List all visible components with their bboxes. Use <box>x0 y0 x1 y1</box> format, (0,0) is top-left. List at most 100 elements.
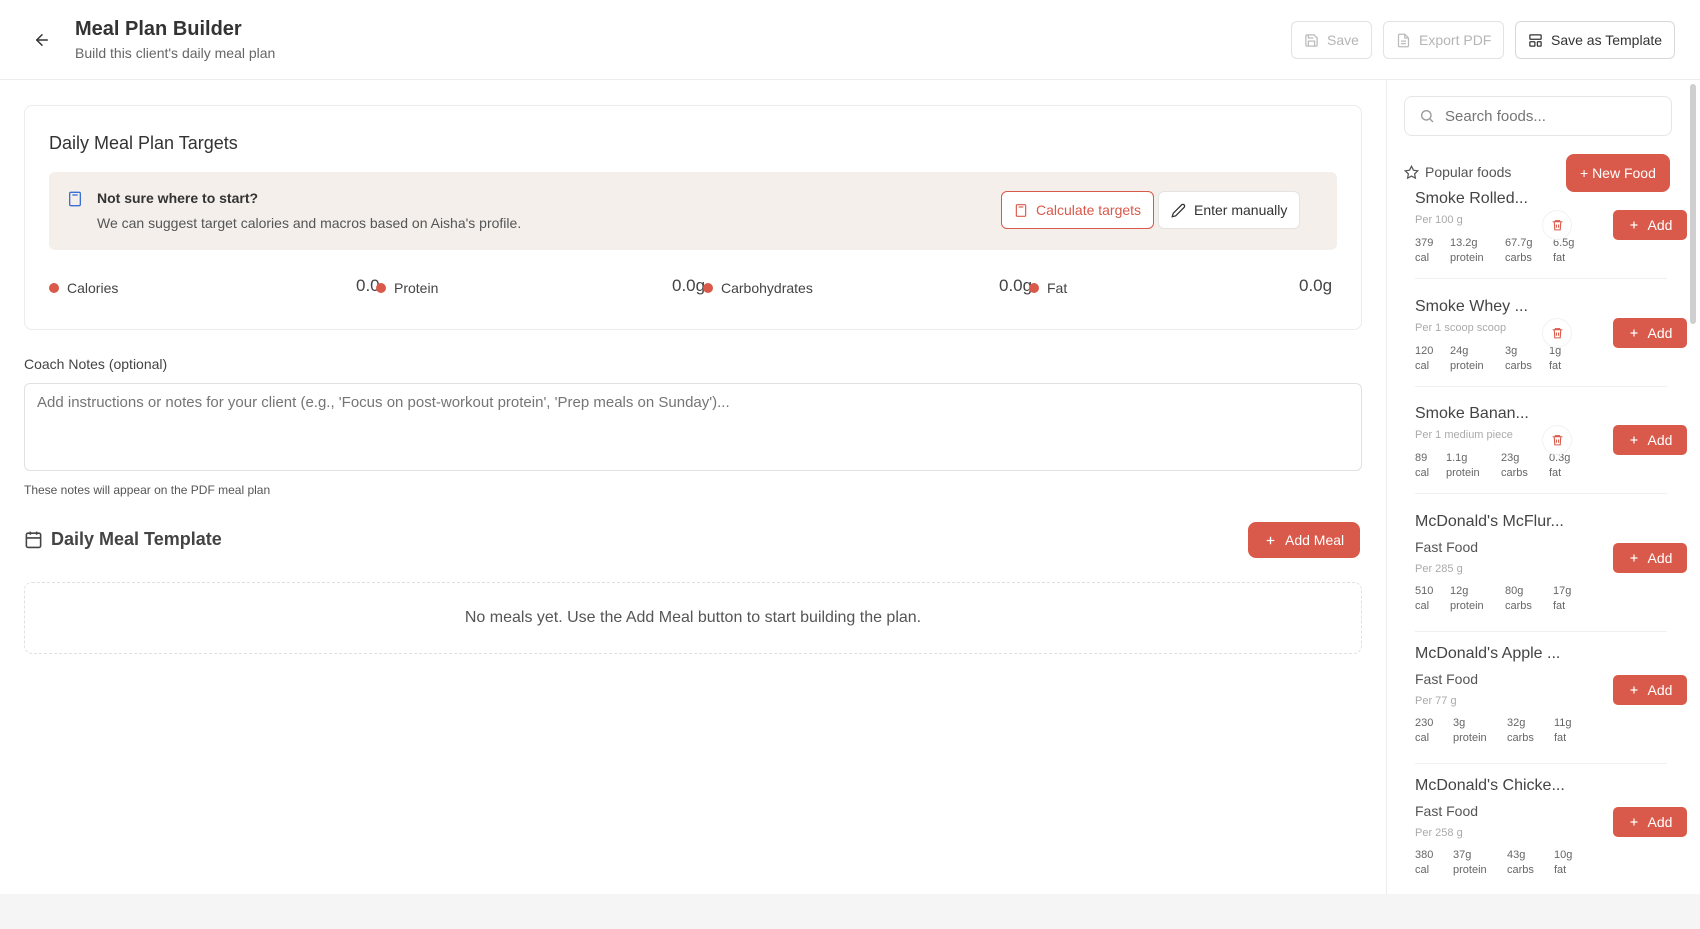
food-item: Smoke Rolled... Per 100 g 379 cal 13.2g pr… <box>1415 190 1687 270</box>
daily-meal-template-title: Daily Meal Template <box>51 529 222 549</box>
add-meal-label: Add Meal <box>1285 532 1345 548</box>
food-carbs: 43g carbs <box>1507 848 1534 878</box>
unit-label: carbs <box>1505 252 1532 264</box>
add-food-button[interactable]: Add <box>1613 675 1687 705</box>
food-category: Fast Food <box>1415 539 1479 555</box>
macro-carbohydrates-value: 0.0g <box>999 276 1033 295</box>
delete-food-button[interactable] <box>1543 211 1571 239</box>
unit-label: fat <box>1554 732 1567 744</box>
food-divider <box>1415 493 1667 494</box>
macro-calories: Calories <box>49 276 118 300</box>
food-name: McDonald's Chicke... <box>1415 777 1565 794</box>
unit-label: carbs <box>1505 360 1532 372</box>
sidebar-scrollbar[interactable] <box>1690 84 1696 324</box>
calculator-icon <box>1015 203 1027 217</box>
unit-label: cal <box>1415 864 1430 876</box>
add-food-button[interactable]: Add <box>1613 210 1687 240</box>
food-sidebar: Popular foods + New Food Smoke Rolled...… <box>1386 80 1700 894</box>
food-name: Smoke Banan... <box>1415 405 1529 422</box>
page-subtitle: Build this client's daily meal plan <box>75 45 276 61</box>
food-protein: 1.1g protein <box>1446 451 1480 481</box>
macro-carbohydrates-label: Carbohydrates <box>721 280 813 296</box>
food-fat: 11g fat <box>1554 716 1572 746</box>
arrow-left-icon <box>36 34 48 46</box>
food-calories-value: 510 <box>1415 585 1434 597</box>
unit-label: cal <box>1415 732 1430 744</box>
food-carbs-value: 23g <box>1501 452 1520 464</box>
food-protein: 24g protein <box>1450 344 1484 374</box>
enter-manually-button[interactable]: Enter manually <box>1158 191 1301 229</box>
plus-icon <box>1630 221 1638 229</box>
unit-label: carbs <box>1507 864 1534 876</box>
search-input[interactable] <box>1445 107 1665 125</box>
calendar-icon <box>24 530 43 554</box>
unit-label: cal <box>1415 600 1430 612</box>
food-calories-value: 380 <box>1415 849 1434 861</box>
food-protein-value: 3g <box>1453 717 1466 729</box>
delete-food-button[interactable] <box>1543 426 1571 454</box>
food-search <box>1404 96 1672 136</box>
add-food-button[interactable]: Add <box>1613 425 1687 455</box>
unit-label: carbs <box>1507 732 1534 744</box>
status-dot <box>1029 283 1039 293</box>
food-name: McDonald's Apple ... <box>1415 645 1561 662</box>
food-category: Fast Food <box>1415 803 1479 819</box>
delete-food-button[interactable] <box>1543 319 1571 347</box>
food-calories-value: 120 <box>1415 345 1434 357</box>
coach-notes-label: Coach Notes (optional) <box>24 356 168 372</box>
food-carbs: 3g carbs <box>1505 344 1532 374</box>
popular-foods-header: Popular foods <box>1404 164 1511 180</box>
food-divider <box>1415 631 1667 632</box>
star-icon <box>1404 164 1419 179</box>
food-fat-value: 17g <box>1553 585 1572 597</box>
add-food-button[interactable]: Add <box>1613 543 1687 573</box>
add-meal-button[interactable]: Add Meal <box>1248 522 1361 558</box>
food-divider <box>1415 278 1667 279</box>
unit-label: protein <box>1453 732 1487 744</box>
trash-icon <box>1552 435 1562 446</box>
hint-title: Not sure where to start? <box>97 190 259 206</box>
food-protein-value: 13.2g <box>1450 237 1478 249</box>
floppy-disk-icon <box>1305 33 1318 47</box>
back-button[interactable] <box>28 26 56 54</box>
plus-icon <box>1630 436 1638 444</box>
food-category: Fast Food <box>1415 671 1479 687</box>
targets-hint-box: Not sure where to start? We can suggest … <box>49 172 1337 250</box>
food-serving: Per 258 g <box>1415 827 1463 839</box>
food-serving: Per 100 g <box>1415 214 1463 226</box>
food-protein: 3g protein <box>1453 716 1487 746</box>
macro-carbohydrates: Carbohydrates <box>703 276 813 300</box>
food-item: McDonald's McFlur... Fast Food Per 285 g… <box>1415 513 1687 623</box>
food-protein: 12g protein <box>1450 584 1484 614</box>
food-carbs-value: 32g <box>1507 717 1526 729</box>
layout-template-icon <box>1529 33 1542 47</box>
calculate-targets-button[interactable]: Calculate targets <box>1001 191 1155 229</box>
food-fat: 6.5g fat <box>1553 236 1574 266</box>
save-as-template-button[interactable]: Save as Template <box>1515 21 1676 59</box>
macro-fat-value: 0.0g <box>1299 276 1333 295</box>
unit-label: cal <box>1415 360 1430 372</box>
save-as-template-label: Save as Template <box>1551 32 1663 48</box>
food-calories-value: 230 <box>1415 717 1434 729</box>
food-name: Smoke Rolled... <box>1415 190 1528 207</box>
add-food-button[interactable]: Add <box>1613 807 1687 837</box>
food-serving: Per 285 g <box>1415 563 1463 575</box>
food-fat-value: 10g <box>1554 849 1573 861</box>
coach-notes-input[interactable] <box>24 383 1362 471</box>
macro-protein-label: Protein <box>394 280 439 296</box>
export-pdf-button[interactable]: Export PDF <box>1383 21 1505 59</box>
plus-icon <box>1630 818 1638 826</box>
enter-manually-label: Enter manually <box>1194 202 1288 218</box>
food-protein: 37g protein <box>1453 848 1487 878</box>
unit-label: fat <box>1553 252 1566 264</box>
food-name: Smoke Whey ... <box>1415 298 1528 315</box>
unit-label: carbs <box>1501 467 1528 479</box>
trash-icon <box>1552 328 1562 339</box>
add-food-button[interactable]: Add <box>1613 318 1687 348</box>
food-serving: Per 1 scoop scoop <box>1415 322 1507 334</box>
save-button[interactable]: Save <box>1291 21 1372 59</box>
food-fat: 10g fat <box>1554 848 1572 878</box>
new-food-button[interactable]: + New Food <box>1566 154 1670 192</box>
popular-foods-label: Popular foods <box>1425 164 1512 180</box>
food-carbs-value: 3g <box>1505 345 1518 357</box>
